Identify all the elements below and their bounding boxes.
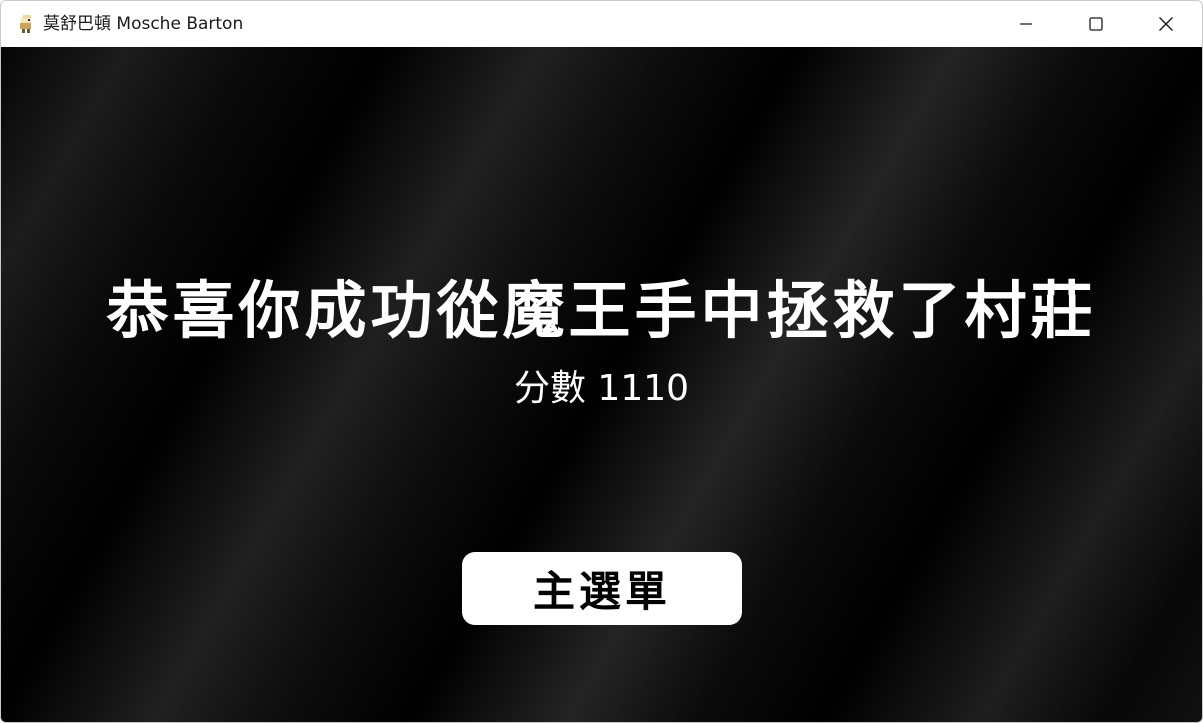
game-canvas: 恭喜你成功從魔王手中拯救了村莊 分數 1110 主選單	[1, 47, 1202, 722]
score-label: 分數	[513, 368, 586, 409]
app-window: 莫舒巴頓 Mosche Barton 恭喜你成功從魔王手中拯救了村莊 分數 11…	[0, 0, 1203, 723]
minimize-button[interactable]	[991, 1, 1061, 47]
close-icon	[1159, 17, 1173, 31]
main-menu-button-label: 主選單	[532, 567, 671, 616]
score-value: 1110	[597, 368, 690, 409]
window-title: 莫舒巴頓 Mosche Barton	[43, 14, 244, 34]
victory-headline: 恭喜你成功從魔王手中拯救了村莊	[106, 274, 1097, 347]
main-menu-button[interactable]: 主選單	[462, 552, 742, 625]
app-character-icon	[20, 15, 31, 33]
close-button[interactable]	[1131, 1, 1201, 47]
score-display: 分數 1110	[1, 367, 1202, 411]
maximize-button[interactable]	[1061, 1, 1131, 47]
title-bar[interactable]: 莫舒巴頓 Mosche Barton	[1, 1, 1202, 47]
minimize-icon	[1020, 23, 1032, 25]
maximize-icon	[1089, 17, 1103, 31]
